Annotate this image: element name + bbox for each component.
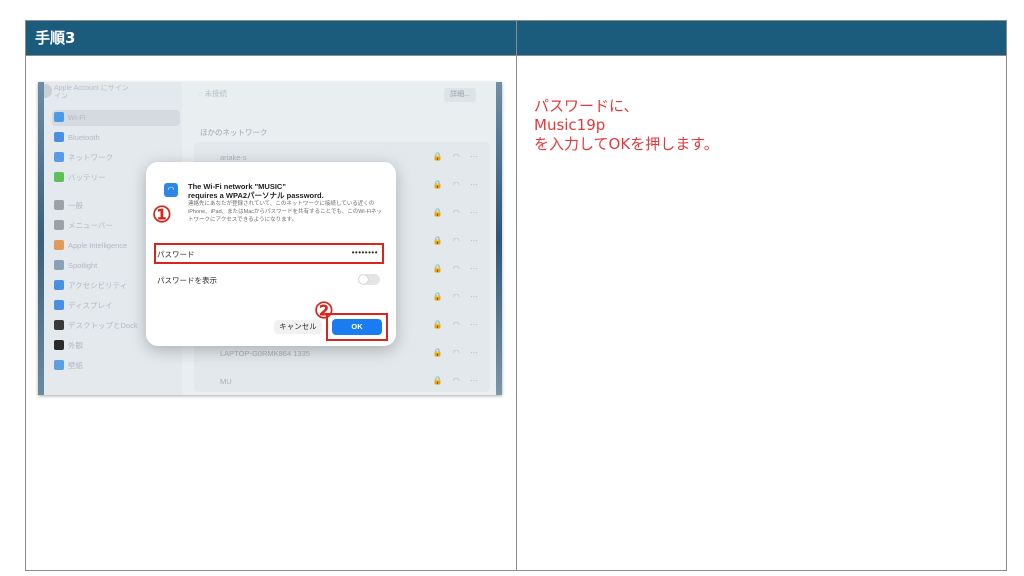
settings-category-icon: [54, 300, 64, 310]
wallpaper-edge: [38, 82, 44, 395]
network-status-icons: 🔒 ◠ ⋯: [432, 320, 482, 329]
sidebar-item-label: 一般: [68, 201, 83, 210]
step-title: 手順3: [35, 29, 76, 47]
cancel-button[interactable]: キャンセル: [274, 320, 322, 334]
instruction-line: Music19p: [534, 116, 606, 134]
settings-category-icon: [54, 112, 64, 122]
dialog-title: The Wi-Fi network "MUSIC" requires a WPA…: [188, 182, 324, 200]
sidebar-item[interactable]: 壁紙: [54, 360, 83, 374]
sidebar-item[interactable]: Apple Intelligence: [54, 240, 127, 254]
wallpaper-edge: [496, 82, 502, 395]
sidebar-item-label: 壁紙: [68, 361, 83, 370]
sidebar-item[interactable]: Spotlight: [54, 260, 97, 274]
network-status-icons: 🔒 ◠ ⋯: [432, 236, 482, 245]
network-status-icons: 🔒 ◠ ⋯: [432, 208, 482, 217]
network-status-icons: 🔒 ◠ ⋯: [432, 292, 482, 301]
instruction-line: パスワードに、: [534, 97, 639, 115]
sidebar-item-label: Apple Intelligence: [68, 241, 128, 250]
settings-category-icon: [54, 320, 64, 330]
settings-category-icon: [54, 132, 64, 142]
sidebar-item-label: 外観: [68, 341, 83, 350]
network-name: LAPTOP-G0RMK864 1335: [220, 349, 310, 358]
sidebar-item-label: Wi-Fi: [68, 113, 86, 122]
account-label: Apple Account にサイン イン: [54, 85, 129, 100]
show-password-label: パスワードを表示: [157, 276, 217, 285]
network-status-icons: 🔒 ◠ ⋯: [432, 180, 482, 189]
instruction-text: パスワードに、 Music19p を入力してOKを押します。: [534, 97, 719, 154]
settings-category-icon: [54, 360, 64, 370]
settings-category-icon: [54, 200, 64, 210]
settings-category-icon: [54, 340, 64, 350]
sidebar-item-label: Bluetooth: [68, 133, 100, 142]
sidebar-item[interactable]: デスクトップとDock: [54, 320, 138, 334]
sidebar-item[interactable]: Bluetooth: [54, 132, 100, 146]
sidebar-item[interactable]: 一般: [54, 200, 83, 214]
password-field[interactable]: ••••••••: [352, 248, 378, 257]
password-label: パスワード: [157, 250, 195, 259]
ok-button[interactable]: OK: [332, 319, 382, 335]
wifi-status: ◌ 未接続: [198, 89, 228, 98]
other-networks-header: ほかのネットワーク: [200, 128, 268, 137]
settings-category-icon: [54, 152, 64, 162]
network-row[interactable]: LAPTOP-G0RMK864 1335 🔒 ◠ ⋯: [220, 346, 482, 362]
network-status-icons: 🔒 ◠ ⋯: [432, 264, 482, 273]
network-status-icons: 🔒 ◠ ⋯: [432, 152, 482, 161]
network-name: ariake-s: [220, 153, 247, 162]
network-status-icons: 🔒 ◠ ⋯: [432, 376, 482, 385]
network-row[interactable]: MU 🔒 ◠ ⋯: [220, 374, 482, 390]
wifi-icon: ◠: [164, 183, 178, 197]
settings-screenshot: Apple Account にサイン イン Wi-Fi Bluetooth ネットワ…: [38, 82, 502, 395]
settings-category-icon: [54, 240, 64, 250]
network-status-icons: 🔒 ◠ ⋯: [432, 348, 482, 357]
settings-category-icon: [54, 280, 64, 290]
column-divider: [516, 21, 517, 570]
instruction-line: を入力してOKを押します。: [534, 135, 719, 153]
sidebar-item-label: アクセシビリティ: [68, 281, 128, 290]
detail-button[interactable]: 詳細...: [444, 88, 476, 102]
show-password-toggle[interactable]: [358, 274, 380, 285]
sidebar-item-label: デスクトップとDock: [68, 321, 138, 330]
network-name: MU: [220, 377, 232, 386]
sidebar-item[interactable]: ディスプレイ: [54, 300, 112, 314]
sidebar-item-label: Spotlight: [68, 261, 98, 270]
settings-category-icon: [54, 260, 64, 270]
sidebar-item-label: ネットワーク: [68, 153, 113, 162]
sidebar-item[interactable]: メニューバー: [54, 220, 113, 234]
sidebar-item[interactable]: アクセシビリティ: [54, 280, 127, 294]
sidebar-item-label: メニューバー: [68, 221, 113, 230]
wifi-password-dialog: ◠ The Wi-Fi network "MUSIC" requires a W…: [146, 162, 396, 346]
sidebar-item[interactable]: 外観: [54, 340, 83, 354]
settings-category-icon: [54, 220, 64, 230]
dialog-body: 連絡先にあなたが登録されていて、このネットワークに接続している近くのiPhone…: [188, 201, 383, 223]
marker-1: ①: [152, 202, 172, 227]
settings-category-icon: [54, 172, 64, 182]
sidebar-item[interactable]: Wi-Fi: [54, 112, 86, 126]
sidebar-item-label: ディスプレイ: [68, 301, 113, 310]
sidebar-item[interactable]: ネットワーク: [54, 152, 113, 166]
sidebar-item-label: バッテリー: [68, 173, 106, 182]
sidebar-item[interactable]: バッテリー: [54, 172, 106, 186]
